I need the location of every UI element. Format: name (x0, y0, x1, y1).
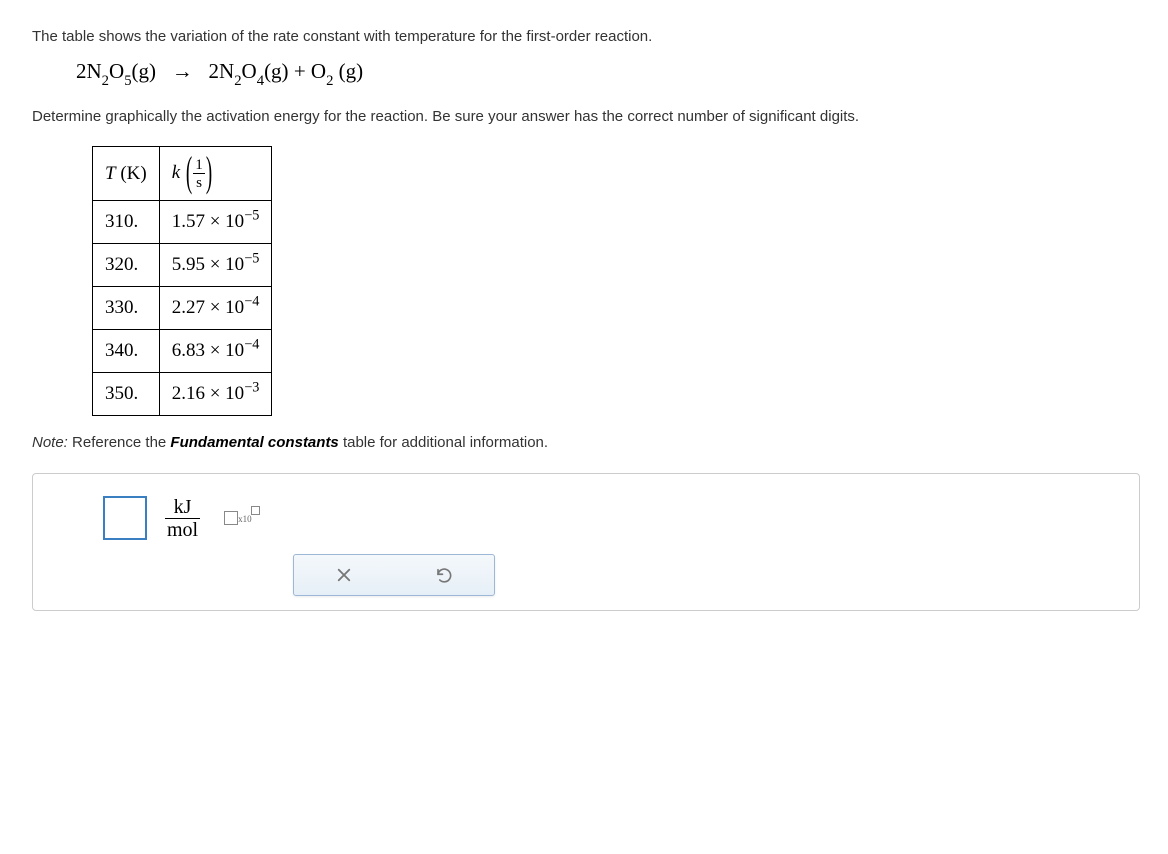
table-row: 310.1.57 × 10−5 (93, 201, 272, 244)
answer-panel: kJmol x10 (32, 473, 1140, 611)
note-text: Note: Reference the Fundamental constant… (32, 434, 1140, 451)
reaction-equation: 2N2O5(g) → 2N2O4(g) + O2 (g) (76, 59, 1140, 88)
sci-notation-button[interactable]: x10 (224, 511, 260, 525)
close-icon (335, 566, 353, 584)
col-header-temp: T (K) (93, 146, 160, 200)
button-row (293, 554, 495, 596)
intro-text: The table shows the variation of the rat… (32, 28, 1140, 45)
prompt-text: Determine graphically the activation ene… (32, 106, 1140, 128)
clear-button[interactable] (294, 555, 394, 595)
undo-icon (435, 566, 453, 584)
table-row: 330.2.27 × 10−4 (93, 287, 272, 330)
reset-button[interactable] (394, 555, 494, 595)
rate-constant-table: T (K) k (1s) 310.1.57 × 10−5 320.5.95 × … (92, 146, 272, 416)
table-row: 350.2.16 × 10−3 (93, 373, 272, 416)
table-row: 340.6.83 × 10−4 (93, 330, 272, 373)
col-header-k: k (1s) (159, 146, 272, 200)
answer-unit: kJmol (165, 497, 200, 540)
table-row: 320.5.95 × 10−5 (93, 244, 272, 287)
answer-input[interactable] (103, 496, 147, 540)
